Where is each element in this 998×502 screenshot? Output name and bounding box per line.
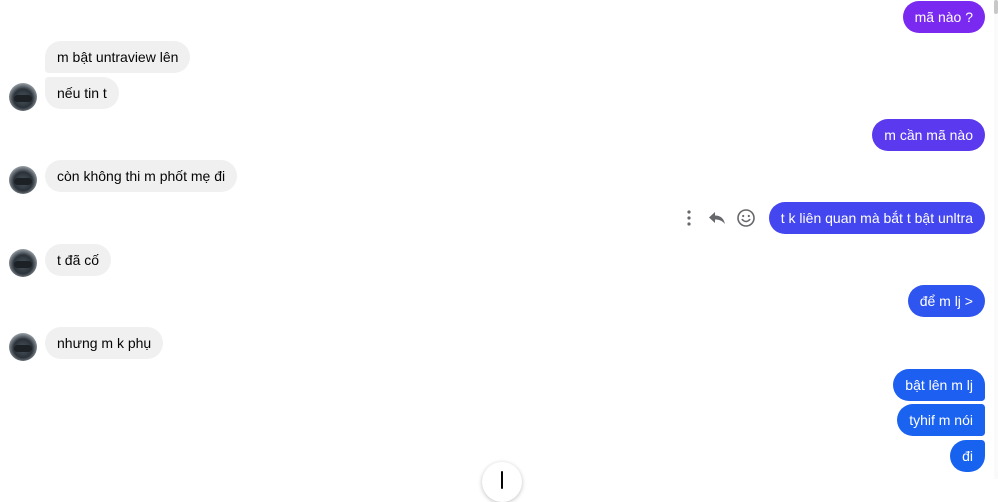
message-outgoing[interactable]: m cần mã nào <box>872 119 985 151</box>
more-vertical-icon[interactable] <box>679 208 699 228</box>
avatar[interactable] <box>9 83 37 111</box>
message-text: t k liên quan mà bắt t bật unltra <box>780 210 973 226</box>
avatar[interactable] <box>9 333 37 361</box>
message-incoming[interactable]: m bật untraview lên <box>45 41 191 73</box>
scrollbar-thumb[interactable] <box>994 0 998 14</box>
message-incoming[interactable]: nhưng m k phụ <box>45 327 164 359</box>
scrollbar[interactable] <box>994 0 998 479</box>
arrow-down-icon <box>501 471 503 489</box>
message-text: để m lj > <box>919 293 973 309</box>
message-text: m cần mã nào <box>884 127 973 143</box>
smiley-icon[interactable] <box>736 208 756 228</box>
message-outgoing[interactable]: để m lj > <box>907 285 985 317</box>
message-text: còn không thi m phốt mẹ đi <box>57 168 226 184</box>
message-incoming[interactable]: còn không thi m phốt mẹ đi <box>45 160 238 192</box>
message-text: bật lên m lj <box>905 377 973 393</box>
message-outgoing[interactable]: đi <box>950 440 985 472</box>
message-outgoing[interactable]: t k liên quan mà bắt t bật unltra <box>768 202 985 234</box>
message-incoming[interactable]: nếu tin t <box>45 77 119 109</box>
message-text: mã nào ? <box>914 9 973 25</box>
message-outgoing[interactable]: bật lên m lj <box>893 369 985 401</box>
message-text: tyhif m nói <box>909 412 973 428</box>
message-outgoing[interactable]: tyhif m nói <box>897 404 985 436</box>
avatar[interactable] <box>9 166 37 194</box>
message-text: t đã cố <box>57 252 100 268</box>
message-outgoing[interactable]: mã nào ? <box>902 1 985 33</box>
message-text: nếu tin t <box>57 85 107 101</box>
message-text: m bật untraview lên <box>57 49 179 65</box>
avatar[interactable] <box>9 249 37 277</box>
message-incoming[interactable]: t đã cố <box>45 244 112 276</box>
message-text: nhưng m k phụ <box>57 335 152 351</box>
reply-icon[interactable] <box>707 208 727 228</box>
scroll-to-bottom-button[interactable] <box>482 462 522 502</box>
message-text: đi <box>962 448 973 464</box>
